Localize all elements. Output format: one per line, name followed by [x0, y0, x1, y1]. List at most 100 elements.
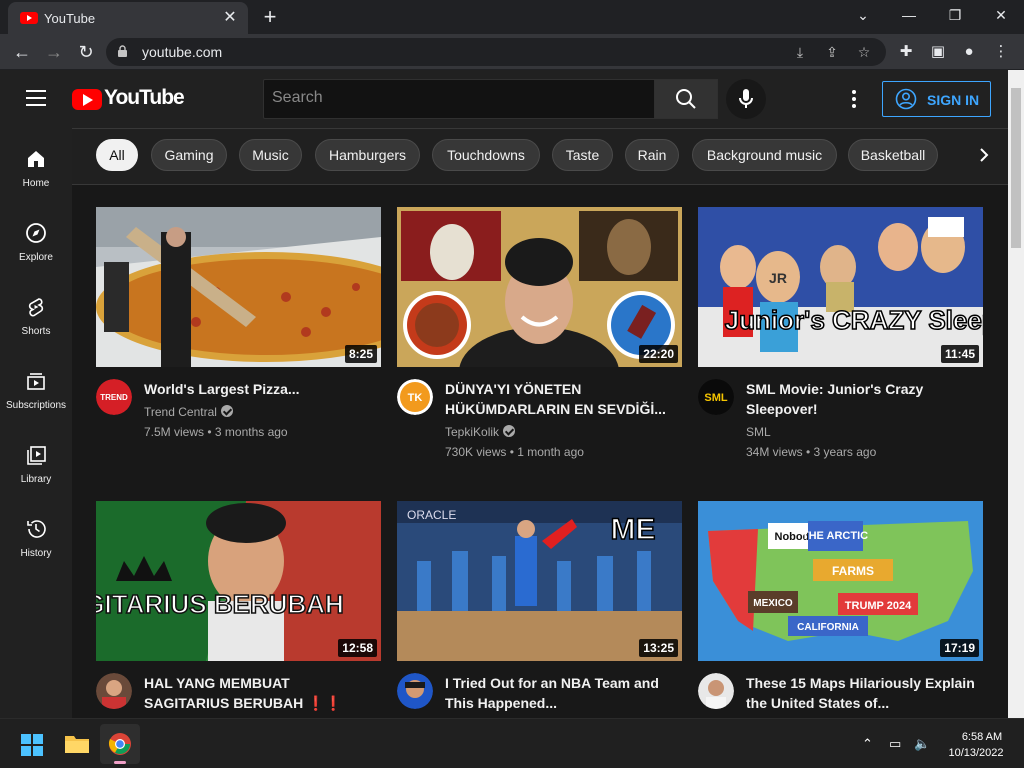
channel-avatar[interactable]: SML [698, 379, 734, 415]
chip-all[interactable]: All [96, 139, 138, 171]
close-window-button[interactable]: ✕ [986, 4, 1016, 26]
video-thumbnail[interactable]: SAGITARIUS BERUBAH 12:58 [96, 501, 381, 661]
chip-basketball[interactable]: Basketball [848, 139, 938, 171]
sidebar-item-label: Library [20, 474, 52, 485]
channel-avatar[interactable] [96, 673, 132, 709]
sidebar-item-home[interactable]: Home [0, 128, 72, 198]
thumbnail-text: CALIFORNIA [797, 622, 859, 633]
channel-name-row[interactable]: SML [746, 425, 771, 439]
chip-hamburgers[interactable]: Hamburgers [315, 139, 420, 171]
channel-name-row[interactable]: Trend Central [144, 405, 233, 419]
avatar-text: TK [408, 392, 423, 404]
video-thumbnail[interactable]: ORACLE ME 13:25 [397, 501, 682, 661]
channel-name[interactable]: SML [746, 425, 771, 439]
account-circle-icon [895, 88, 917, 110]
thumbnail-text: JR [769, 270, 787, 286]
subscriptions-icon [27, 373, 45, 390]
chip-gaming[interactable]: Gaming [151, 139, 227, 171]
minimize-button[interactable]: — [894, 4, 924, 26]
side-panel-icon[interactable]: ▣ [926, 40, 950, 64]
sidebar-item-label: History [20, 548, 52, 559]
video-duration: 12:58 [338, 639, 377, 657]
forward-arrow-icon[interactable]: → [42, 40, 66, 64]
chrome-menu-icon[interactable]: ⋮ [989, 40, 1013, 64]
windows-start-icon[interactable] [20, 733, 44, 757]
install-app-icon[interactable]: ⤓ [790, 42, 810, 62]
voice-search-button[interactable] [726, 79, 766, 119]
sidebar-item-history[interactable]: History [0, 498, 72, 568]
settings-more-icon[interactable] [844, 87, 864, 111]
chrome-taskbar-icon[interactable] [100, 724, 140, 764]
sidebar: Home Explore Shorts Subscriptions Librar… [0, 128, 72, 718]
channel-name-row[interactable]: TepkiKolik [445, 425, 516, 439]
url-text: youtube.com [142, 44, 223, 60]
home-icon [28, 151, 44, 167]
hamburger-menu-icon[interactable] [26, 90, 46, 106]
volume-icon[interactable]: 🔈 [914, 736, 930, 752]
video-thumbnail[interactable]: Nobody THE ARCTIC FARMS MEXICO TRUMP 202… [698, 501, 983, 661]
search-button[interactable] [654, 79, 718, 119]
verified-badge-icon [503, 425, 516, 437]
video-title[interactable]: DÜNYA'YI YÖNETEN HÜKÜMDARLARIN EN SEVDİĞ… [445, 379, 677, 419]
video-thumbnail[interactable]: JR Junior's CRAZY Sleepover! 11:45 [698, 207, 983, 367]
search-input[interactable]: Search [263, 79, 655, 119]
reload-icon[interactable]: ↻ [74, 40, 98, 64]
filter-chip-bar: All Gaming Music Hamburgers Touchdowns T… [72, 128, 1008, 185]
scrollbar-thumb[interactable] [1011, 88, 1021, 248]
clock-date[interactable]: 10/13/2022 [944, 747, 1008, 759]
thumbnail-text: THE ARCTIC [802, 530, 868, 542]
youtube-logo-icon[interactable] [72, 89, 102, 110]
tab-close-icon[interactable]: ✕ [220, 8, 240, 28]
browser-tab[interactable]: YouTube ✕ [8, 2, 248, 34]
sign-in-button[interactable]: SIGN IN [882, 81, 991, 117]
youtube-wordmark[interactable]: YouTube [104, 86, 185, 110]
thumbnail-text: MEXICO [753, 598, 793, 609]
bookmark-star-icon[interactable]: ☆ [854, 42, 874, 62]
sidebar-item-subscriptions[interactable]: Subscriptions [0, 350, 72, 420]
channel-avatar[interactable]: TREND [96, 379, 132, 415]
share-icon[interactable]: ⇪ [822, 42, 842, 62]
sidebar-item-library[interactable]: Library [0, 424, 72, 494]
thumbnail-text: ORACLE [407, 508, 456, 522]
chip-taste[interactable]: Taste [552, 139, 613, 171]
video-title[interactable]: I Tried Out for an NBA Team and This Hap… [445, 673, 677, 713]
profile-icon[interactable]: ● [957, 40, 981, 64]
video-thumbnail[interactable]: 8:25 [96, 207, 381, 367]
tab-search-icon[interactable]: ⌄ [848, 4, 878, 26]
chip-rain[interactable]: Rain [625, 139, 679, 171]
extensions-puzzle-icon[interactable]: ✚ [894, 40, 918, 64]
channel-name[interactable]: Trend Central [144, 405, 217, 419]
channel-avatar[interactable]: TK [397, 379, 433, 415]
browser-tab-strip: YouTube ✕ + ⌄ — ❐ ✕ [0, 0, 1024, 34]
channel-avatar[interactable] [397, 673, 433, 709]
video-title[interactable]: World's Largest Pizza... [144, 379, 376, 399]
network-icon[interactable]: ▭ [889, 736, 901, 752]
chip-music[interactable]: Music [239, 139, 302, 171]
video-title[interactable]: These 15 Maps Hilariously Explain the Un… [746, 673, 978, 713]
sidebar-item-shorts[interactable]: Shorts [0, 276, 72, 346]
thumbnail-text: Junior's CRAZY Sleepover! [725, 305, 983, 335]
file-explorer-icon[interactable] [64, 733, 90, 755]
avatar-text: TREND [100, 393, 128, 402]
clock-time[interactable]: 6:58 AM [956, 731, 1008, 743]
channel-avatar[interactable] [698, 673, 734, 709]
address-bar[interactable]: youtube.com ⤓ ⇪ ☆ [106, 38, 886, 66]
restore-button[interactable]: ❐ [940, 4, 970, 26]
sidebar-item-explore[interactable]: Explore [0, 202, 72, 272]
chip-touchdowns[interactable]: Touchdowns [432, 139, 540, 171]
page-scrollbar[interactable] [1008, 70, 1024, 718]
video-title[interactable]: HAL YANG MEMBUAT SAGITARIUS BERUBAH ❗❗ [144, 673, 376, 713]
channel-name[interactable]: TepkiKolik [445, 425, 499, 439]
shorts-icon [28, 298, 44, 317]
chips-next-button[interactable] [970, 141, 998, 169]
tray-overflow-chevron-icon[interactable]: ⌃ [862, 736, 873, 752]
chip-background-music[interactable]: Background music [692, 139, 837, 171]
video-thumbnail[interactable]: 22:20 [397, 207, 682, 367]
compass-icon [26, 223, 46, 243]
avatar-text: SML [704, 392, 728, 404]
back-arrow-icon[interactable]: ← [10, 40, 34, 64]
new-tab-button[interactable]: + [258, 6, 282, 30]
video-duration: 17:19 [940, 639, 979, 657]
video-title[interactable]: SML Movie: Junior's Crazy Sleepover! [746, 379, 978, 419]
video-duration: 11:45 [940, 345, 979, 363]
